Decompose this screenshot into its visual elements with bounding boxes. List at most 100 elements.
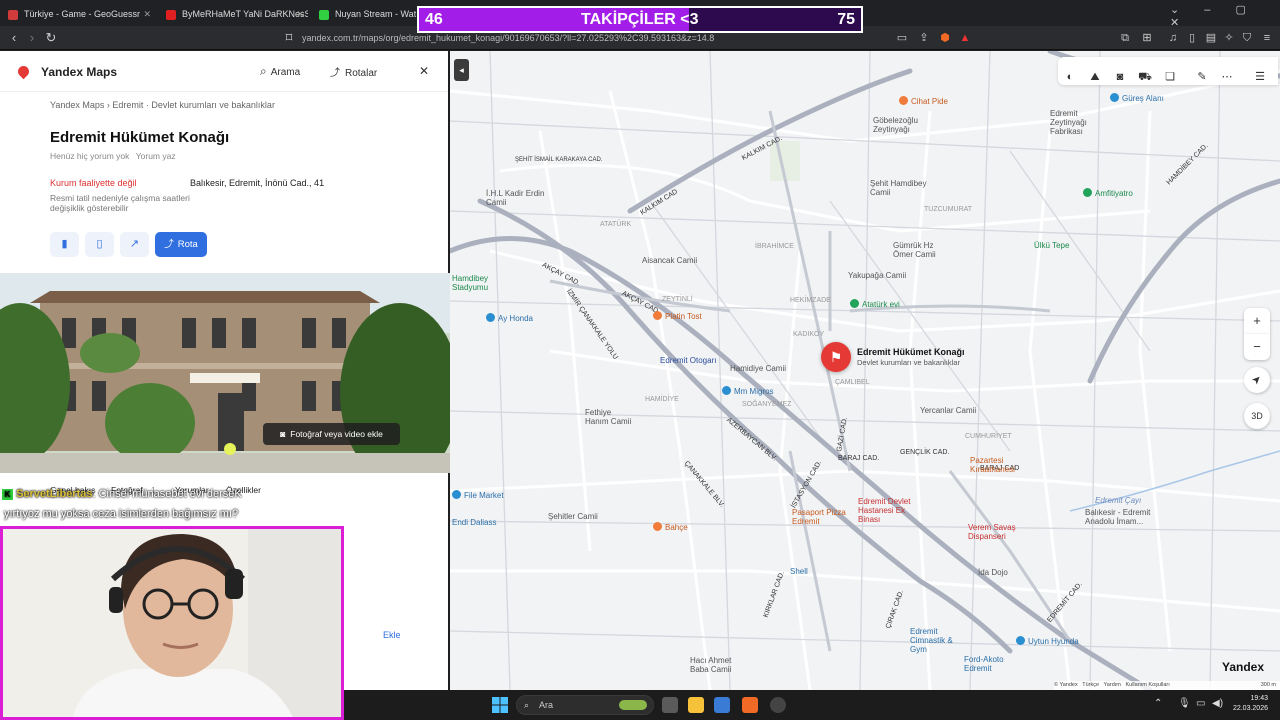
terms-link[interactable]: Kullanım Koşulları xyxy=(1125,682,1169,688)
brave-browser-icon[interactable] xyxy=(742,697,758,713)
vpn-icon[interactable]: ⛉ xyxy=(1240,31,1254,45)
poi-hamdibey-stadyumu[interactable]: Hamdibey Stadyumu xyxy=(452,274,502,292)
zoom-in-button[interactable]: + xyxy=(1244,308,1270,334)
transit-icon[interactable]: ⛟ xyxy=(1137,69,1153,85)
yandex-maps-logo[interactable]: Yandex Maps xyxy=(15,63,117,80)
address-text[interactable]: Balıkesir, Edremit, İnönü Cad., 41 xyxy=(190,178,324,188)
tray-chevron-icon[interactable]: ⌃ xyxy=(1154,698,1162,709)
breadcrumb-item[interactable]: Devlet kurumları ve bakanlıklar xyxy=(151,100,275,110)
obs-icon[interactable] xyxy=(770,697,786,713)
poi-anadolu-imam[interactable]: Balıkesir - Edremit Anadolu İmam... xyxy=(1085,508,1180,526)
poi-amfitiyatro[interactable]: Amfitiyatro xyxy=(1083,188,1133,198)
yandex-logo[interactable]: Yandex xyxy=(1222,660,1264,674)
extensions-icon[interactable]: ⧉ xyxy=(1118,31,1132,45)
breadcrumb-item[interactable]: Yandex Maps xyxy=(50,100,104,110)
poi-gobelezoglu[interactable]: Göbelezoğlu Zeytinyağı xyxy=(873,116,933,134)
task-view-icon[interactable] xyxy=(662,697,678,713)
bookmark-icon[interactable]: ⌑ xyxy=(280,29,298,47)
poi-cimnastik-gym[interactable]: Edremit Cimnastik & Gym xyxy=(910,627,970,654)
layers-stack-icon[interactable]: ❏ xyxy=(1162,69,1178,85)
menu-icon[interactable]: ≡ xyxy=(1260,31,1274,45)
add-link[interactable]: Ekle xyxy=(383,630,401,640)
poi-yercanlar-camii[interactable]: Yercanlar Camii xyxy=(920,406,976,415)
ruler-icon[interactable]: ✎ xyxy=(1194,69,1210,85)
panorama-icon[interactable]: ⛰ xyxy=(1087,69,1103,85)
poi-hamdibey-camii[interactable]: Şehit Hamdibey Camii xyxy=(870,179,930,197)
poi-ataturk-evi[interactable]: Atatürk evi xyxy=(850,299,900,309)
write-review-link[interactable]: Yorum yaz xyxy=(136,151,176,161)
poi-edremit-otogari[interactable]: Edremit Otogarı xyxy=(660,356,716,365)
file-explorer-icon[interactable] xyxy=(688,697,704,713)
camera-icon[interactable]: ◙ xyxy=(1112,69,1128,85)
forward-icon[interactable]: › xyxy=(23,29,41,47)
save-bookmark-button[interactable]: ▮ xyxy=(50,232,79,257)
microphone-icon[interactable]: 🎙 xyxy=(1178,698,1191,709)
hamburger-menu-icon[interactable]: ☰ xyxy=(1252,69,1268,85)
windows-start-icon[interactable] xyxy=(492,697,508,713)
maximize-icon[interactable]: ▢ xyxy=(1235,4,1245,16)
poi-sehitler-camii[interactable]: Şehitler Camii xyxy=(548,512,598,521)
poi-aisancak-camii[interactable]: Aisancak Camii xyxy=(642,256,697,265)
rewards-icon[interactable]: ▲ xyxy=(958,31,972,45)
poi-verem-savas[interactable]: Verem Savaş Dispanseri xyxy=(968,523,1023,541)
dropdown-icon[interactable]: ⌄ xyxy=(1170,4,1179,16)
media-icon[interactable]: ♫ xyxy=(1166,31,1180,45)
poi-cihat-pide[interactable]: Cihat Pide xyxy=(899,96,948,106)
store-icon[interactable] xyxy=(714,697,730,713)
poi-pazartesi-kiraathanesi[interactable]: Pazartesi Kıraathanesi xyxy=(970,456,1030,474)
poi-endi-daliass[interactable]: Endi Daliass xyxy=(452,518,496,527)
poi-gures-alani[interactable]: Güreş Alanı xyxy=(1110,93,1164,103)
copyright[interactable]: © Yandex xyxy=(1054,682,1078,688)
layers-icon[interactable]: ◐ xyxy=(1062,69,1078,85)
send-to-phone-button[interactable]: ▯ xyxy=(85,232,114,257)
poi-kadir-erdin-camii[interactable]: İ.H.L Kadir Erdin Camii xyxy=(486,189,556,207)
poi-file-market[interactable]: File Market xyxy=(452,490,504,500)
share-button[interactable]: ↗ xyxy=(120,232,149,257)
poi-bahce[interactable]: Bahçe xyxy=(653,522,688,532)
poi-ford-akoto[interactable]: Ford-Akoto Edremit xyxy=(964,655,1019,673)
3d-toggle-button[interactable]: 3D xyxy=(1244,403,1270,429)
route-button[interactable]: ⤴ Rota xyxy=(155,232,207,257)
tab-search-icon[interactable]: ⊞ xyxy=(1140,31,1154,45)
poi-platin-tost[interactable]: Platin Tost xyxy=(653,311,702,321)
tab-youtube[interactable]: ByMeRHaMeT YaNi DaRKNesSs ✕ xyxy=(158,3,308,25)
breadcrumb-item[interactable]: Edremit xyxy=(112,100,143,110)
map-canvas[interactable]: ŞEHİT İSMAİL KARAKAYA CAD. KALKIM CAD. K… xyxy=(450,51,1280,690)
sidebar-toggle-icon[interactable]: ▯ xyxy=(1185,31,1199,45)
back-icon[interactable]: ‹ xyxy=(5,29,23,47)
poi-ida-dojo[interactable]: İda Dojo xyxy=(978,568,1008,577)
routes-button[interactable]: ⤴ Rotalar xyxy=(330,64,377,79)
poi-ay-honda[interactable]: Ay Honda xyxy=(486,313,533,323)
selected-place-name[interactable]: Edremit Hükümet Konağı xyxy=(857,347,965,357)
poi-devlet-hastanesi[interactable]: Edremit Devlet Hastanesi Ek Binası xyxy=(858,497,918,524)
poi-fethiye-hanim-camii[interactable]: Fethiye Hanım Camii xyxy=(585,408,635,426)
close-icon[interactable]: ✕ xyxy=(143,3,151,25)
poi-shell[interactable]: Shell xyxy=(790,567,808,576)
tab-geoguessr[interactable]: Türkiye - Game - GeoGuessr ✕ xyxy=(0,3,155,25)
tab-kick[interactable]: Nuyan Stream - Watch Li xyxy=(311,3,416,25)
poi-hamidiye-camii[interactable]: Hamidiye Camii xyxy=(730,364,786,373)
poi-haci-ahmet-baba[interactable]: Hacı Ahmet Baba Camii xyxy=(690,656,740,674)
search-button[interactable]: ⌕ Arama xyxy=(260,64,300,79)
selected-place-marker[interactable]: ⚑ xyxy=(821,342,851,372)
network-icon[interactable]: ▭ xyxy=(1196,698,1205,709)
wallet-icon[interactable]: ▤ xyxy=(1204,31,1218,45)
help-link[interactable]: Yardım xyxy=(1104,682,1121,688)
poi-yakupaga-camii[interactable]: Yakupağa Camii xyxy=(848,271,906,280)
clock[interactable]: 19:43 22.03.2026 xyxy=(1230,694,1268,714)
minimize-icon[interactable]: – xyxy=(1204,4,1210,16)
taskbar-search[interactable]: ⌕ Ara xyxy=(516,695,654,715)
collapse-sidebar-button[interactable]: ◂ xyxy=(454,59,469,81)
add-photo-button[interactable]: ◙ Fotoğraf veya video ekle xyxy=(263,423,400,445)
reload-icon[interactable]: ↻ xyxy=(42,29,60,47)
zoom-out-button[interactable]: − xyxy=(1244,334,1270,360)
brave-shield-icon[interactable]: ⬢ xyxy=(938,31,952,45)
share-icon[interactable]: ⇪ xyxy=(917,31,931,45)
poi-uytun-hyunda[interactable]: Uytun Hyunda xyxy=(1016,636,1079,646)
poi-pasaport-pizza[interactable]: Pasaport Pizza Edremit xyxy=(792,508,852,526)
poi-zeytinyagi-fabrikasi[interactable]: Edremit Zeytinyağı Fabrikası xyxy=(1050,109,1110,136)
volume-icon[interactable]: ◀) xyxy=(1212,698,1223,709)
close-icon[interactable]: ✕ xyxy=(296,3,304,25)
cast-icon[interactable]: ▭ xyxy=(895,31,909,45)
leo-icon[interactable]: ✧ xyxy=(1222,31,1236,45)
